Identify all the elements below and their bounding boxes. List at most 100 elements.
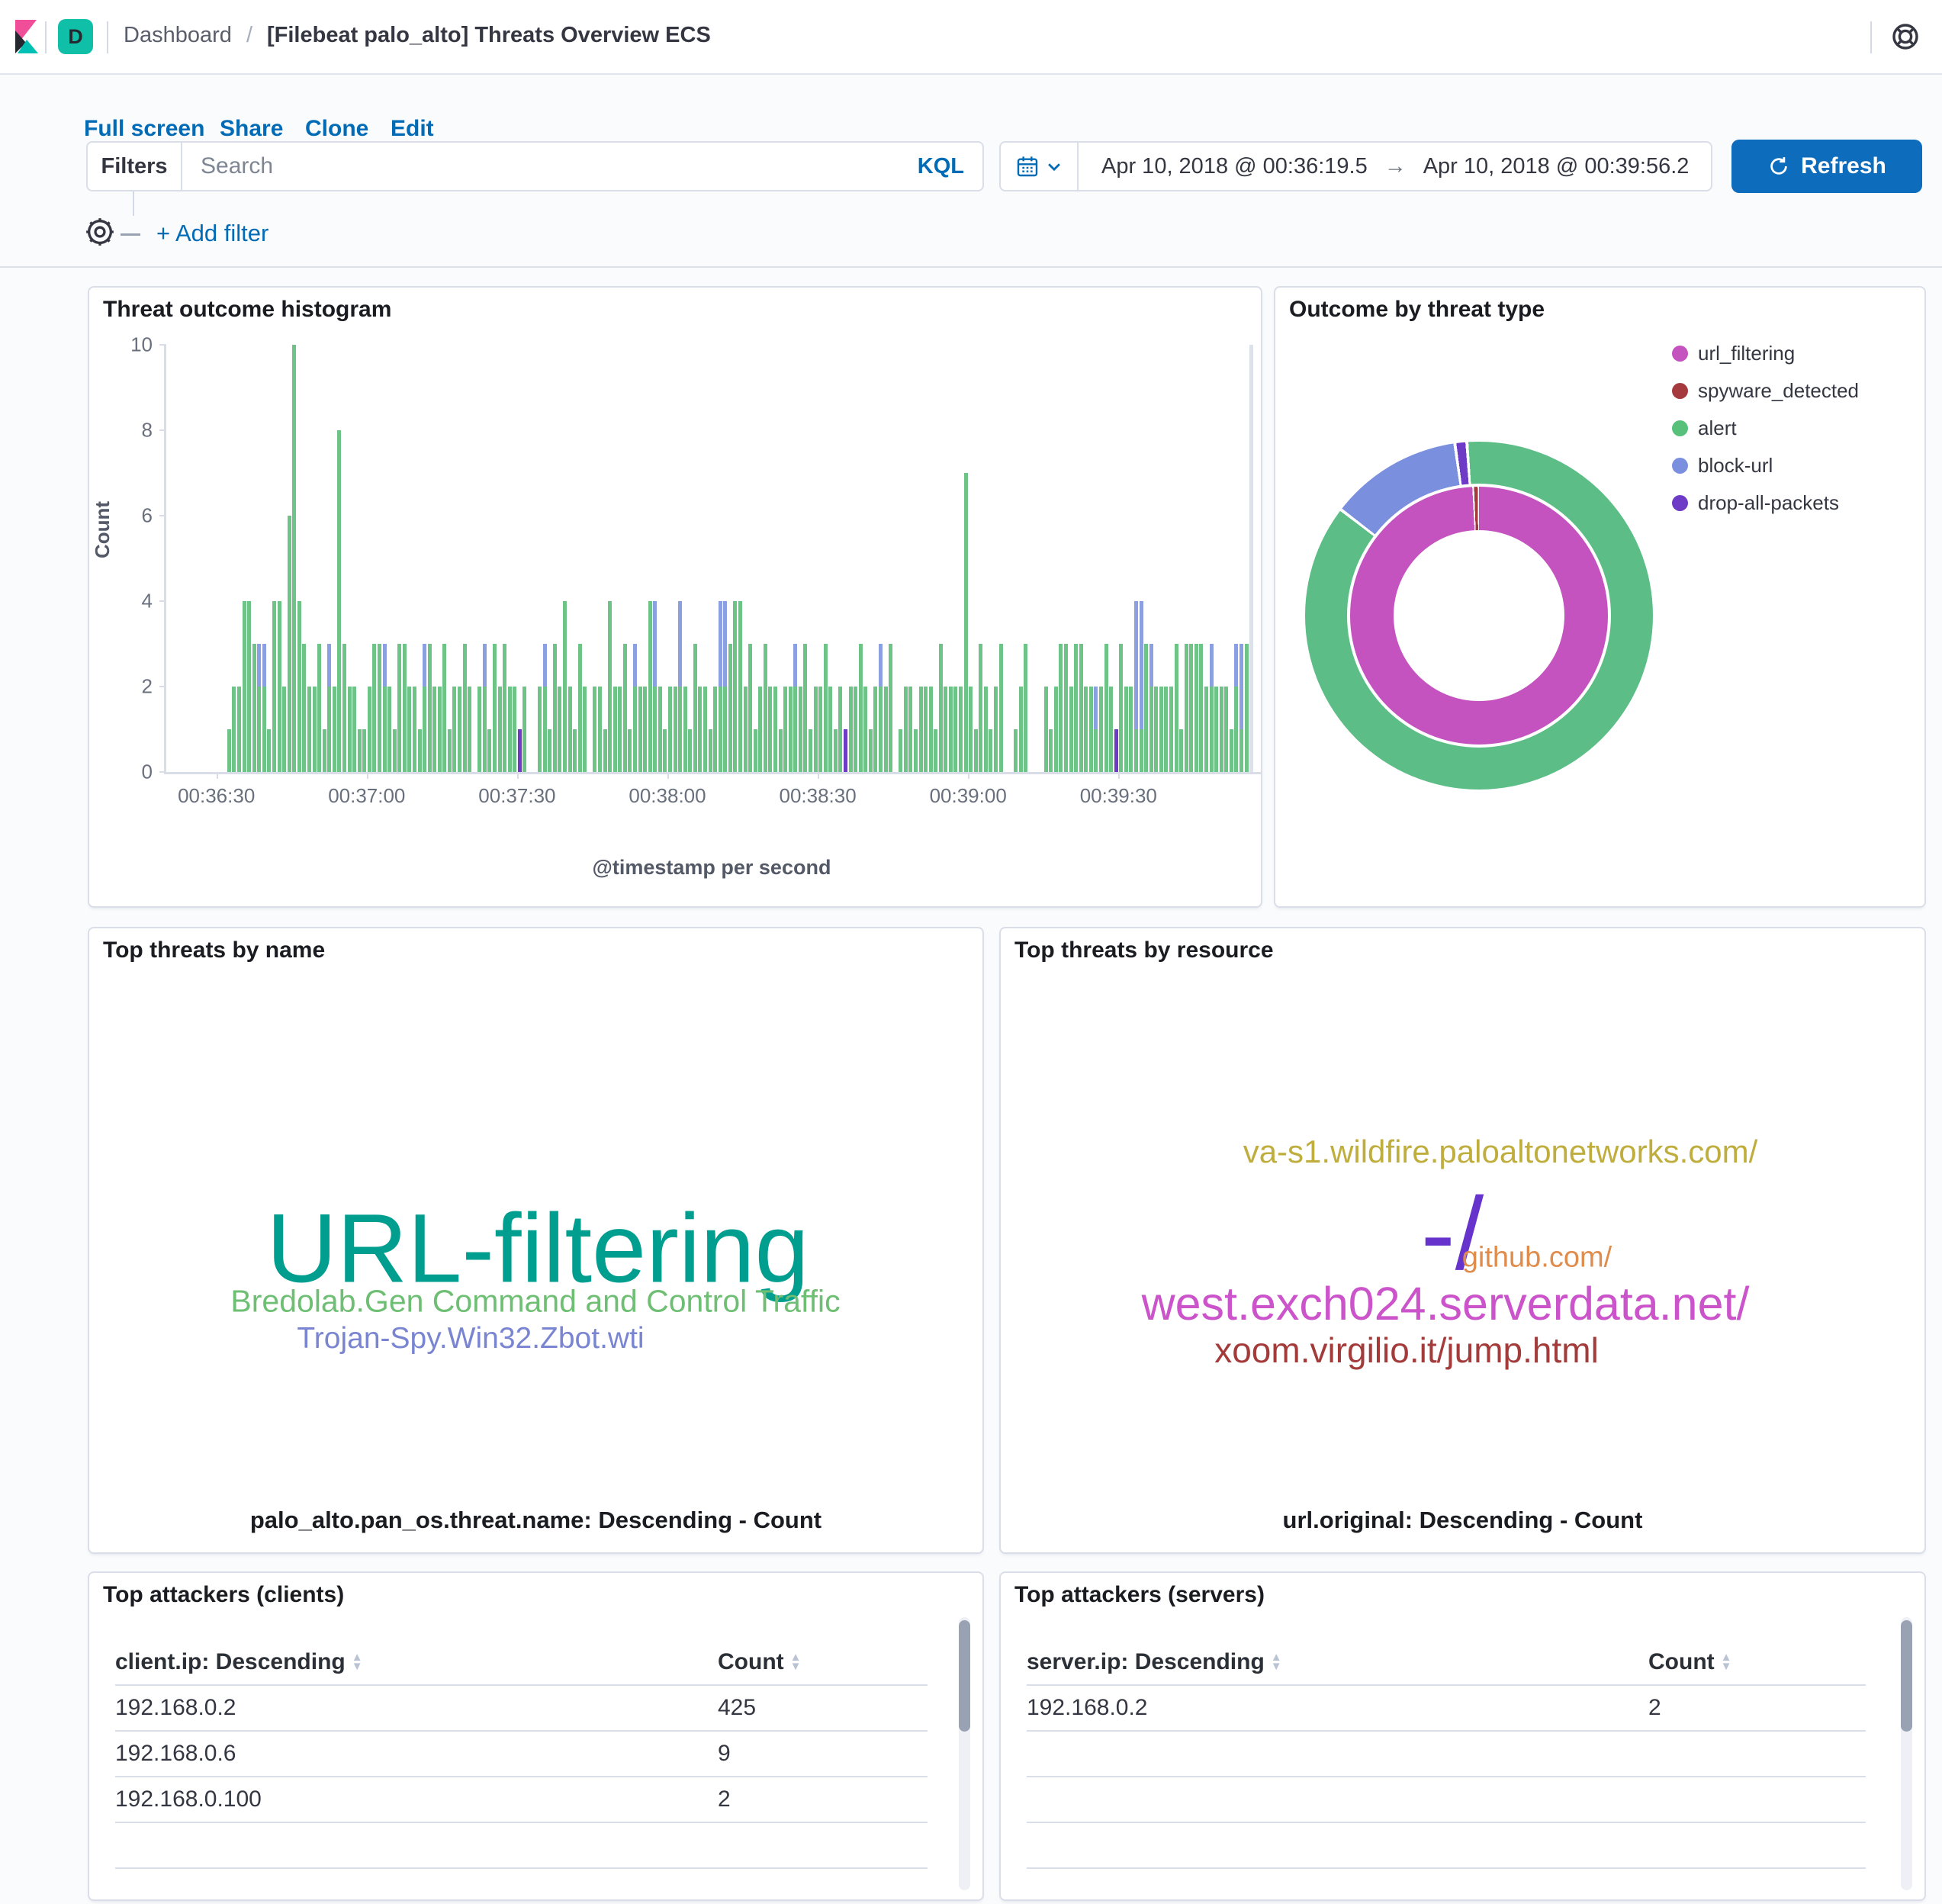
- histogram-bar[interactable]: [719, 601, 722, 772]
- histogram-bar[interactable]: [407, 687, 411, 772]
- histogram-bar[interactable]: [1164, 687, 1168, 772]
- histogram-bar[interactable]: [844, 729, 847, 772]
- edit-link[interactable]: Edit: [391, 116, 434, 142]
- histogram-bar[interactable]: [548, 729, 551, 772]
- histogram-bar[interactable]: [543, 644, 547, 772]
- histogram-bar[interactable]: [498, 687, 502, 772]
- histogram-bar[interactable]: [352, 687, 356, 772]
- histogram-bar[interactable]: [899, 729, 902, 772]
- histogram-bar[interactable]: [1049, 729, 1053, 772]
- tag-cloud-word[interactable]: Trojan-Spy.Win32.Zbot.wti: [297, 1322, 644, 1356]
- histogram-bar[interactable]: [758, 687, 762, 772]
- histogram-bar[interactable]: [378, 644, 381, 772]
- histogram-bar[interactable]: [1019, 687, 1023, 772]
- histogram-bar[interactable]: [403, 644, 407, 772]
- histogram-bar[interactable]: [327, 644, 331, 772]
- histogram-bar[interactable]: [513, 687, 516, 772]
- histogram-bar[interactable]: [573, 729, 577, 772]
- histogram-bar[interactable]: [243, 601, 246, 772]
- histogram-bar[interactable]: [487, 729, 491, 772]
- histogram-bar[interactable]: [768, 687, 772, 772]
- histogram-bar[interactable]: [1064, 644, 1068, 772]
- histogram-bar[interactable]: [387, 687, 391, 772]
- histogram-bar[interactable]: [538, 687, 542, 772]
- histogram-bar[interactable]: [1245, 644, 1249, 772]
- histogram-bar[interactable]: [1104, 644, 1108, 772]
- histogram-bar[interactable]: [799, 687, 802, 772]
- histogram-bar[interactable]: [979, 644, 982, 772]
- histogram-bar[interactable]: [633, 644, 637, 772]
- histogram-bar[interactable]: [362, 729, 366, 772]
- histogram-bar[interactable]: [818, 687, 822, 772]
- histogram-bar[interactable]: [834, 729, 838, 772]
- histogram-bar[interactable]: [773, 687, 777, 772]
- histogram-bar[interactable]: [1054, 687, 1058, 772]
- histogram-bar[interactable]: [603, 729, 607, 772]
- histogram-bar[interactable]: [292, 345, 296, 772]
- histogram-bar[interactable]: [953, 687, 957, 772]
- histogram-bar[interactable]: [1124, 687, 1128, 772]
- legend-item[interactable]: spyware_detected: [1672, 372, 1859, 410]
- histogram-bar[interactable]: [1089, 687, 1093, 772]
- histogram-bar[interactable]: [873, 687, 877, 772]
- histogram-bar[interactable]: [889, 644, 892, 772]
- histogram-bar[interactable]: [598, 687, 602, 772]
- histogram-bar[interactable]: [323, 729, 326, 772]
- histogram-bar[interactable]: [553, 644, 557, 772]
- histogram-bar[interactable]: [1210, 644, 1214, 772]
- histogram-bar[interactable]: [397, 644, 401, 772]
- legend-item[interactable]: block-url: [1672, 447, 1859, 484]
- histogram-bar[interactable]: [688, 729, 692, 772]
- histogram-bar[interactable]: [247, 601, 251, 772]
- histogram-bar[interactable]: [854, 687, 857, 772]
- histogram-bar[interactable]: [884, 687, 888, 772]
- histogram-bar[interactable]: [418, 729, 422, 772]
- histogram-bar[interactable]: [508, 687, 512, 772]
- histogram-bar[interactable]: [1249, 345, 1253, 772]
- histogram-bar[interactable]: [1159, 687, 1163, 772]
- histogram-bar[interactable]: [1059, 644, 1063, 772]
- histogram-bar[interactable]: [618, 687, 622, 772]
- histogram-bar[interactable]: [623, 644, 627, 772]
- histogram-bar[interactable]: [493, 644, 497, 772]
- kql-toggle[interactable]: KQL: [918, 154, 982, 179]
- histogram-bar[interactable]: [984, 687, 988, 772]
- histogram-bar[interactable]: [824, 644, 828, 772]
- histogram-bar[interactable]: [728, 644, 732, 772]
- scrollbar-thumb[interactable]: [1901, 1620, 1912, 1732]
- histogram-bar[interactable]: [288, 516, 291, 772]
- histogram-bar[interactable]: [1109, 687, 1113, 772]
- histogram-bar[interactable]: [358, 729, 362, 772]
- histogram-bar[interactable]: [1134, 601, 1138, 772]
- histogram-bar[interactable]: [257, 644, 261, 772]
- histogram-bar[interactable]: [849, 687, 853, 772]
- histogram-bar[interactable]: [989, 729, 992, 772]
- histogram-bar[interactable]: [468, 687, 471, 772]
- histogram-bar[interactable]: [929, 687, 933, 772]
- tag-cloud-word[interactable]: github.com/: [1462, 1242, 1612, 1275]
- histogram-bar[interactable]: [733, 601, 737, 772]
- histogram-bar[interactable]: [663, 729, 667, 772]
- histogram-bar[interactable]: [368, 687, 371, 772]
- histogram-bar[interactable]: [1224, 687, 1228, 772]
- histogram-bar[interactable]: [483, 644, 487, 772]
- column-sort-header[interactable]: server.ip: Descending▲▼: [1027, 1649, 1648, 1675]
- histogram-bar[interactable]: [272, 601, 276, 772]
- histogram-bar[interactable]: [994, 687, 998, 772]
- histogram-bar[interactable]: [442, 644, 446, 772]
- filter-options-gear-icon[interactable]: [84, 216, 116, 248]
- histogram-bar[interactable]: [227, 729, 231, 772]
- histogram-bar[interactable]: [317, 644, 321, 772]
- histogram-bar[interactable]: [313, 687, 317, 772]
- tag-cloud-word[interactable]: Bredolab.Gen Command and Control Traffic: [230, 1284, 840, 1320]
- histogram-bar[interactable]: [924, 687, 928, 772]
- histogram-bar[interactable]: [1189, 644, 1193, 772]
- help-life-ring-icon[interactable]: [1889, 20, 1922, 53]
- tag-cloud-word[interactable]: va-s1.wildfire.paloaltonetworks.com/: [1243, 1134, 1758, 1170]
- histogram-bar[interactable]: [337, 430, 341, 772]
- full-screen-link[interactable]: Full screen: [84, 116, 204, 142]
- histogram-bar[interactable]: [738, 601, 742, 772]
- histogram-bar[interactable]: [458, 687, 461, 772]
- histogram-bar[interactable]: [1129, 687, 1133, 772]
- histogram-bar[interactable]: [1230, 729, 1233, 772]
